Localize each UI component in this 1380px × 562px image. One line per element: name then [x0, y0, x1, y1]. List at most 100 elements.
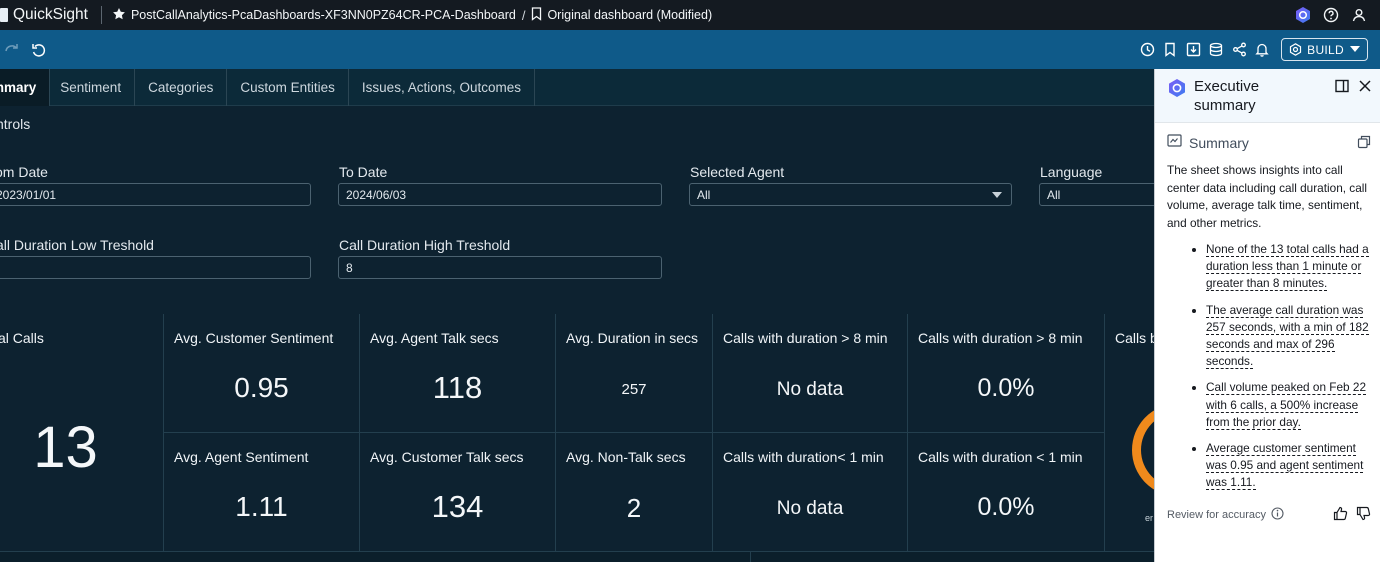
list-item: Call volume peaked on Feb 22 with 6 call…	[1183, 379, 1373, 431]
kpi-total-calls[interactable]: al Calls 13	[0, 314, 164, 552]
kpi-avg-customer-talk[interactable]: Avg. Customer Talk secs 134	[360, 433, 556, 552]
kpi-value: 0.95	[234, 372, 289, 403]
kpi-avg-agent-sentiment[interactable]: Avg. Agent Sentiment 1.11	[164, 433, 360, 552]
tab-issues-actions-outcomes[interactable]: Issues, Actions, Outcomes	[349, 69, 535, 106]
divider	[100, 6, 102, 24]
sheet-name[interactable]: Original dashboard (Modified)	[547, 8, 712, 22]
tab-categories[interactable]: Categories	[135, 69, 228, 106]
to-date-label: To Date	[339, 164, 388, 180]
summary-intro: The sheet shows insights into call cente…	[1167, 163, 1368, 230]
low-threshold-label: all Duration Low Treshold	[0, 237, 154, 253]
kpi-calls-over-8-pct[interactable]: Calls with duration > 8 min 0.0%	[908, 314, 1105, 433]
controls-header[interactable]: ntrols	[0, 116, 30, 132]
share-icon[interactable]	[1228, 39, 1250, 61]
undo-icon[interactable]	[28, 39, 50, 61]
summary-bullet-text[interactable]: The average call duration was 257 second…	[1206, 302, 1369, 370]
alert-icon[interactable]	[1251, 39, 1273, 61]
kpi-value: No data	[776, 379, 844, 400]
kpi-avg-agent-talk[interactable]: Avg. Agent Talk secs 118	[360, 314, 556, 433]
kpi-avg-customer-sentiment[interactable]: Avg. Customer Sentiment 0.95	[164, 314, 360, 433]
kpi-value: 2	[626, 493, 642, 523]
summary-bullets: None of the 13 total calls had a duratio…	[1183, 241, 1373, 501]
kpi-value: 0.0%	[977, 374, 1035, 402]
build-button[interactable]: BUILD	[1281, 38, 1368, 61]
help-icon[interactable]	[1320, 4, 1342, 26]
list-item: None of the 13 total calls had a duratio…	[1183, 241, 1373, 293]
selected-agent-value: All	[697, 187, 711, 202]
schedule-icon[interactable]	[1136, 39, 1158, 61]
kpi-avg-duration[interactable]: Avg. Duration in secs 257	[556, 314, 713, 433]
to-date-input[interactable]: 2024/06/03	[338, 183, 662, 206]
build-icon	[1290, 43, 1302, 56]
kpi-value: 257	[621, 381, 647, 398]
summary-bullet-text[interactable]: Call volume peaked on Feb 22 with 6 call…	[1206, 380, 1367, 430]
user-icon[interactable]	[1348, 4, 1370, 26]
high-threshold-input[interactable]: 8	[338, 256, 662, 279]
quicksight-logo-icon	[0, 8, 8, 22]
kpi-title: Calls with duration < 1 min	[918, 449, 1083, 465]
q-assistant-icon[interactable]	[1292, 4, 1314, 26]
kpi-title: Calls b	[1115, 330, 1158, 346]
tab-custom-entities[interactable]: Custom Entities	[227, 69, 349, 106]
dataset-icon[interactable]	[1205, 39, 1227, 61]
kpi-title: Avg. Duration in secs	[566, 330, 699, 346]
donut-chart[interactable]	[1132, 404, 1154, 496]
selected-agent-dropdown[interactable]: All	[689, 183, 1012, 206]
tab-summary[interactable]: mmary	[0, 69, 51, 106]
language-value: All	[1047, 187, 1061, 202]
q-assistant-icon	[1167, 78, 1187, 103]
toolbar: BUILD	[0, 30, 1380, 69]
kpi-value: 13	[33, 415, 98, 480]
executive-summary-panel: Executive summary Summary The sheet show…	[1154, 69, 1380, 562]
top-bar: QuickSight PostCallAnalytics-PcaDashboar…	[0, 0, 1380, 30]
quicksight-logo[interactable]: QuickSight	[0, 0, 88, 30]
panel-title: Executive summary	[1194, 78, 1260, 114]
selected-agent-label: Selected Agent	[690, 164, 785, 180]
caret-down-icon	[992, 192, 1002, 198]
feedback-buttons	[1325, 506, 1371, 526]
breadcrumb-separator: /	[521, 7, 526, 23]
chevron-down-icon	[1350, 46, 1360, 52]
build-label: BUILD	[1307, 42, 1344, 57]
thumbs-down-icon[interactable]	[1356, 506, 1371, 526]
kpi-avg-nontalk[interactable]: Avg. Non-Talk secs 2	[556, 433, 713, 552]
thumbs-up-icon[interactable]	[1333, 506, 1348, 526]
redo-icon[interactable]	[2, 39, 24, 61]
kpi-title: Avg. Customer Sentiment	[174, 330, 334, 346]
kpi-title: al Calls	[0, 330, 44, 346]
review-text: Review for accuracy	[1167, 509, 1267, 521]
info-icon[interactable]	[1271, 507, 1284, 523]
kpi-value: 0.0%	[977, 493, 1035, 521]
sheet-tabs: mmary Sentiment Categories Custom Entiti…	[0, 69, 1154, 106]
dashboard-name[interactable]: PostCallAnalytics-PcaDashboards-XF3NN0PZ…	[131, 8, 516, 22]
copy-icon[interactable]	[1357, 135, 1371, 154]
kpi-calls-under-1-pct[interactable]: Calls with duration < 1 min 0.0%	[908, 433, 1105, 552]
kpi-title: Avg. Agent Talk secs	[370, 330, 499, 346]
high-threshold-label: Call Duration High Treshold	[339, 237, 511, 253]
divider	[750, 552, 751, 562]
review-for-accuracy: Review for accuracy	[1167, 507, 1284, 523]
list-item: Average customer sentiment was 0.95 and …	[1183, 440, 1373, 492]
from-date-input[interactable]: 2023/01/01	[0, 183, 311, 206]
language-label: Language	[1040, 164, 1103, 180]
bookmark-icon[interactable]	[1159, 39, 1181, 61]
star-icon[interactable]	[112, 7, 126, 24]
summary-bullet-text[interactable]: Average customer sentiment was 0.95 and …	[1206, 441, 1364, 491]
summary-icon	[1167, 134, 1182, 152]
close-icon[interactable]	[1358, 79, 1372, 98]
bookmark-icon	[531, 6, 542, 24]
kpi-title: Calls with duration< 1 min	[723, 449, 884, 465]
list-item: The average call duration was 257 second…	[1183, 302, 1373, 371]
dock-panel-icon[interactable]	[1335, 79, 1349, 98]
brand-name: QuickSight	[13, 6, 88, 23]
kpi-calls-under-1-count[interactable]: Calls with duration< 1 min No data	[713, 433, 908, 552]
tab-sentiment[interactable]: Sentiment	[50, 69, 136, 106]
donut-label: er	[1145, 513, 1154, 523]
summary-bullet-text[interactable]: None of the 13 total calls had a duratio…	[1206, 242, 1369, 292]
download-icon[interactable]	[1182, 39, 1204, 61]
donut-ring	[1132, 404, 1154, 496]
low-threshold-input[interactable]	[0, 256, 311, 279]
next-row-visuals	[0, 551, 1154, 562]
kpi-title: Calls with duration > 8 min	[918, 330, 1083, 346]
kpi-calls-over-8-count[interactable]: Calls with duration > 8 min No data	[713, 314, 908, 433]
